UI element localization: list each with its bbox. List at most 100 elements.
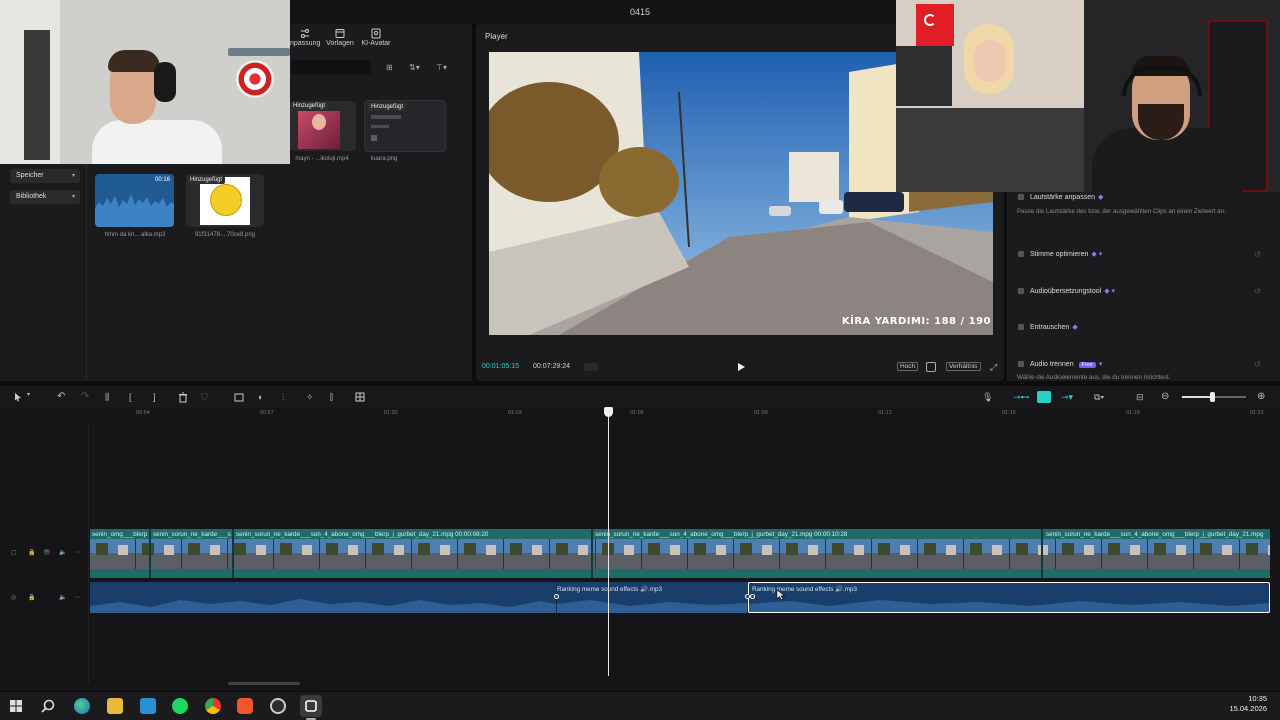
prop-audio-trennen[interactable]: Audio trennen Free ▾ (1018, 360, 1102, 368)
ruler-tick-label: 01:12 (878, 410, 892, 416)
checkbox[interactable] (1018, 361, 1024, 368)
prop-stimme[interactable]: Stimme optimieren ◆ ▾ (1018, 250, 1102, 258)
current-time: 00:01:05:15 (482, 363, 519, 370)
tab-ki-avatar[interactable]: KI-Avatar (359, 28, 393, 47)
undo-icon[interactable]: ↶ (57, 391, 69, 403)
zoom-slider-handle[interactable] (1210, 392, 1215, 402)
prop-audiouebersetzung[interactable]: Audioübersetzungstool ◆ ▾ (1018, 287, 1115, 295)
media-search-input[interactable] (291, 60, 371, 75)
windows-start-icon[interactable] (8, 698, 24, 714)
asset-card-video[interactable]: Hinzugefügt (290, 101, 356, 151)
redo-icon[interactable]: ↷ (81, 391, 93, 403)
asset-name: hmm da kn... alka.mp3 (104, 232, 166, 238)
fade-handle[interactable] (750, 594, 755, 599)
more-icon[interactable]: ⋯ (75, 594, 81, 601)
ruler-tick-label: 01:15 (1002, 410, 1016, 416)
lock-icon[interactable]: 🔒 (28, 594, 35, 601)
zoom-slider-fill (1182, 396, 1212, 398)
playhead-handle[interactable] (604, 407, 613, 417)
spotify-icon[interactable] (172, 698, 188, 714)
play-button[interactable] (736, 362, 746, 372)
video-clip-label: senin_sorun_ne_karde___son_4_abone_omg__… (1046, 531, 1264, 538)
crop-icon[interactable] (233, 391, 245, 403)
prop-lautstaerke[interactable]: Lautstärke anpassen ◆ (1018, 193, 1103, 201)
magic-icon[interactable]: ✧ (306, 391, 318, 403)
timeline-toolbar (0, 386, 1280, 408)
horizontal-scrollbar[interactable] (228, 682, 300, 685)
sidebar-item-label: Speicher (16, 172, 44, 179)
speaker-icon[interactable]: 🔈 (59, 594, 66, 601)
linkage-icon[interactable] (1037, 391, 1051, 403)
doorway (24, 30, 50, 160)
clock-date: 15.04.2026 (1229, 704, 1267, 713)
capcut-icon[interactable] (300, 695, 322, 717)
webcam-overlay-right (896, 0, 1280, 192)
speaker-icon[interactable]: 🔈 (59, 549, 66, 556)
trim-left-icon[interactable]: [ (129, 391, 141, 403)
preview-axis-icon[interactable]: ⊸▾ (1061, 391, 1083, 403)
shield-icon[interactable]: ⛉ (201, 391, 213, 403)
eye-icon[interactable]: 👁 (43, 549, 51, 556)
explorer-icon[interactable] (107, 698, 123, 714)
tab-vorlagen[interactable]: Vorlagen (323, 28, 357, 47)
reset-icon[interactable]: ↺ (1254, 360, 1261, 369)
chevron-down-icon[interactable]: ▾ (27, 391, 39, 403)
audio-split-icon[interactable]: ⫿ (330, 391, 342, 403)
store-icon[interactable] (140, 698, 156, 714)
edge-icon[interactable] (74, 698, 90, 714)
microphone-icon[interactable]: 🎙 (982, 391, 994, 403)
split-icon[interactable]: ⫼ (105, 391, 117, 403)
checkbox[interactable] (1018, 324, 1024, 331)
audio-track-icon[interactable]: ◎ (11, 594, 16, 601)
quality-button[interactable]: Hoch (897, 362, 919, 371)
zoom-in-icon[interactable]: ⊕ (1257, 391, 1269, 403)
track-cover-icon[interactable]: ▢ (11, 549, 17, 556)
prop-entrauschen[interactable]: Entrauschen ◆ (1018, 323, 1078, 331)
ruler-tick-label: 01:09 (754, 410, 768, 416)
adjust-icon[interactable]: ⫶ (282, 391, 294, 403)
sort-icon[interactable]: ⇅▾ (409, 63, 425, 73)
tab-anpassung[interactable]: npassung (290, 28, 320, 47)
asset-name: mayn - ...ikoloji.mp4 (295, 156, 349, 162)
timecode-toggle[interactable] (584, 363, 598, 371)
obs-icon[interactable] (270, 698, 286, 714)
avatar-icon (371, 28, 381, 39)
asset-card-image[interactable]: Hinzugefügt (186, 174, 264, 227)
freeze-icon[interactable] (354, 391, 366, 403)
emoji-face (210, 184, 242, 216)
asset-card-image[interactable]: Hinzugefügt (364, 100, 446, 152)
delete-icon[interactable] (177, 391, 189, 403)
ratio-button[interactable]: Verhältnis (946, 362, 981, 371)
reset-icon[interactable]: ↺ (1254, 287, 1261, 296)
lock-icon[interactable]: 🔒 (28, 549, 35, 556)
prop-label: Audioübersetzungstool (1030, 288, 1102, 295)
chrome-icon[interactable] (205, 698, 221, 714)
brave-icon[interactable] (237, 698, 253, 714)
asset-name: kuara.png (370, 156, 398, 162)
select-tool-icon[interactable] (12, 391, 24, 403)
sidebar-item-speicher[interactable]: Speicher ▾ (10, 169, 80, 183)
fade-handle[interactable] (554, 594, 559, 599)
mask-icon[interactable]: ◐ (258, 391, 270, 403)
filter-icon[interactable]: ⊤▾ (436, 63, 454, 73)
search-icon[interactable] (40, 698, 56, 714)
headphones (154, 62, 176, 102)
more-icon[interactable]: ⋯ (75, 549, 81, 556)
sidebar-item-bibliothek[interactable]: Bibliothek ▾ (10, 190, 80, 204)
reset-icon[interactable]: ↺ (1254, 250, 1261, 259)
checkbox[interactable] (1018, 251, 1024, 258)
fullscreen-icon[interactable]: ⤢ (990, 362, 1000, 372)
checkbox[interactable] (1018, 194, 1024, 201)
split-view-icon[interactable]: ⧉▾ (1094, 391, 1114, 403)
subtitle-icon[interactable]: ⊟ (1136, 391, 1148, 403)
zoom-out-icon[interactable]: ⊖ (1161, 391, 1173, 403)
asset-card-audio[interactable]: 00:16 (95, 174, 174, 227)
taskbar-clock[interactable]: 10:35 15.04.2026 (1229, 694, 1267, 714)
trim-right-icon[interactable]: ] (153, 391, 165, 403)
image-content (371, 125, 389, 128)
grid-view-icon[interactable]: ⊞ (386, 63, 400, 73)
audio-clip-label: Ranking meme sound effects 🔊.mp3 (752, 586, 858, 593)
magnet-icon[interactable]: ⊸⊷ (1013, 391, 1030, 403)
checkbox[interactable] (1018, 288, 1024, 295)
crop-icon[interactable] (926, 362, 936, 372)
